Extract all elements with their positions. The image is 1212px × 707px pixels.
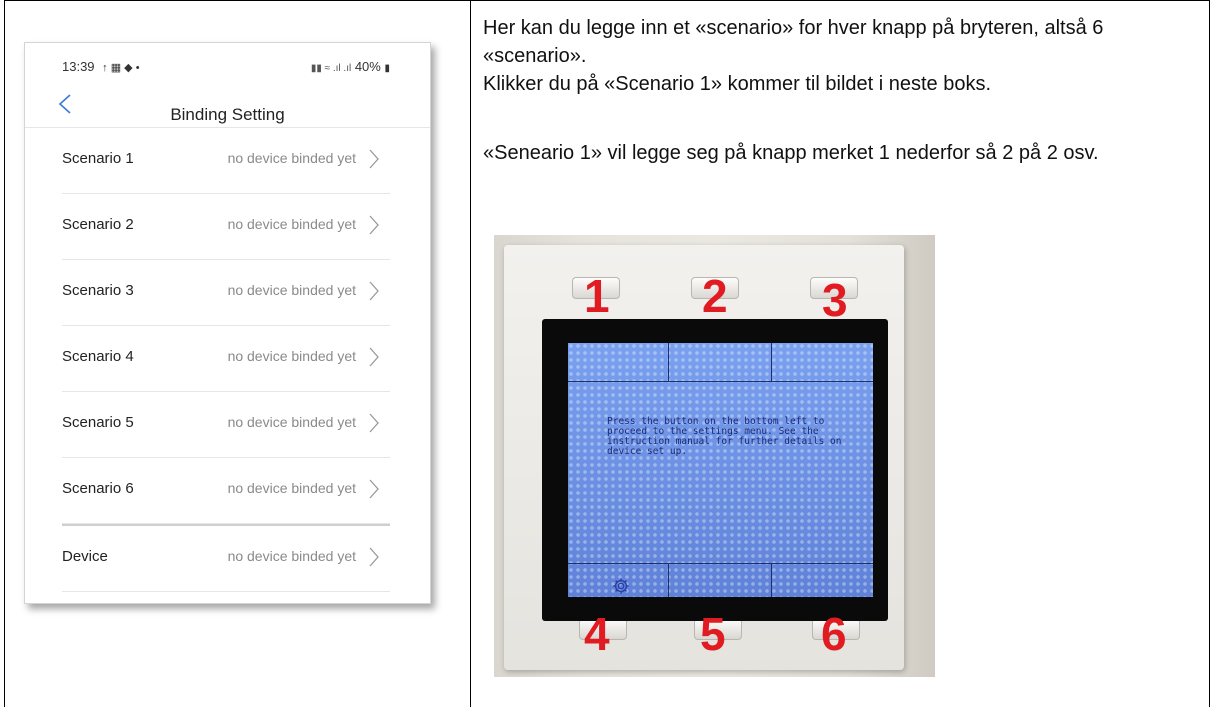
list-item-status: no device binded yet — [227, 348, 356, 364]
button-label-5: 5 — [700, 608, 726, 660]
paragraph-2: Klikker du på «Scenario 1» kommer til bi… — [483, 73, 992, 95]
screen-divider — [668, 343, 669, 381]
screen-divider — [668, 563, 669, 597]
scenario-list: Scenario 1 no device binded yet Scenario… — [62, 128, 390, 592]
list-item-label: Device — [62, 548, 108, 565]
chevron-right-icon — [369, 479, 379, 499]
list-item-scenario-5[interactable]: Scenario 5 no device binded yet — [62, 392, 390, 458]
chevron-right-icon — [369, 215, 379, 235]
list-item-scenario-3[interactable]: Scenario 3 no device binded yet — [62, 260, 390, 326]
list-item-scenario-4[interactable]: Scenario 4 no device binded yet — [62, 326, 390, 392]
table-border-middle — [470, 0, 471, 707]
description-text: Her kan du legge inn et «scenario» for h… — [483, 14, 1203, 167]
list-item-label: Scenario 1 — [62, 150, 134, 167]
status-time: 13:39 ↑ ▦ ◆ • — [62, 59, 140, 74]
table-border-right — [1209, 0, 1210, 707]
chevron-right-icon — [369, 149, 379, 169]
battery-level: 40% — [354, 59, 381, 74]
list-item-scenario-6[interactable]: Scenario 6 no device binded yet — [62, 458, 390, 524]
chevron-right-icon — [369, 281, 379, 301]
list-item-label: Scenario 2 — [62, 216, 134, 233]
status-indicators: ↑ ▦ ◆ • — [102, 62, 140, 74]
button-label-2: 2 — [702, 270, 728, 322]
button-label-4: 4 — [584, 608, 610, 660]
list-item-status: no device binded yet — [227, 480, 356, 496]
battery-icon: ▮ — [384, 63, 390, 74]
screen-message: Press the button on the bottom left to p… — [607, 416, 842, 457]
list-item-label: Scenario 5 — [62, 414, 134, 431]
list-item-status: no device binded yet — [227, 282, 356, 298]
table-border-left — [4, 0, 5, 707]
table-border-top — [4, 0, 1210, 1]
list-item-device[interactable]: Device no device binded yet — [62, 524, 390, 592]
status-bar: 13:39 ↑ ▦ ◆ • ▮▮ ≈ .ıl .ıl 40% ▮ — [25, 59, 430, 79]
screen-divider — [771, 563, 772, 597]
screen-divider — [568, 563, 873, 564]
button-label-3: 3 — [822, 274, 848, 326]
list-item-status: no device binded yet — [227, 414, 356, 430]
paragraph-3: «Seneario 1» vil legge seg på knapp merk… — [483, 142, 1099, 164]
chevron-right-icon — [369, 413, 379, 433]
nav-bar: Binding Setting — [25, 83, 430, 128]
list-item-label: Scenario 3 — [62, 282, 134, 299]
device-screen: Press the button on the bottom left to p… — [568, 343, 873, 597]
status-time-text: 13:39 — [62, 59, 95, 74]
button-label-6: 6 — [821, 608, 847, 660]
gear-icon[interactable] — [612, 577, 630, 595]
screen-divider — [568, 381, 873, 382]
list-item-status: no device binded yet — [227, 216, 356, 232]
list-item-scenario-1[interactable]: Scenario 1 no device binded yet — [62, 128, 390, 194]
list-item-label: Scenario 4 — [62, 348, 134, 365]
paragraph-1: Her kan du legge inn et «scenario» for h… — [483, 17, 1104, 67]
signal-icon: ▮▮ ≈ .ıl .ıl — [310, 63, 352, 74]
chevron-right-icon — [369, 547, 379, 567]
screen-divider — [771, 343, 772, 381]
status-right: ▮▮ ≈ .ıl .ıl 40% ▮ — [311, 59, 390, 74]
list-item-status: no device binded yet — [227, 548, 356, 564]
page-title: Binding Setting — [170, 105, 285, 124]
list-item-label: Scenario 6 — [62, 480, 134, 497]
phone-screenshot: 13:39 ↑ ▦ ◆ • ▮▮ ≈ .ıl .ıl 40% ▮ Binding… — [24, 42, 431, 604]
device-photo: 1 2 3 Press the button on the bottom lef… — [494, 235, 935, 677]
list-item-scenario-2[interactable]: Scenario 2 no device binded yet — [62, 194, 390, 260]
chevron-right-icon — [369, 347, 379, 367]
list-item-status: no device binded yet — [227, 150, 356, 166]
button-label-1: 1 — [584, 270, 610, 322]
